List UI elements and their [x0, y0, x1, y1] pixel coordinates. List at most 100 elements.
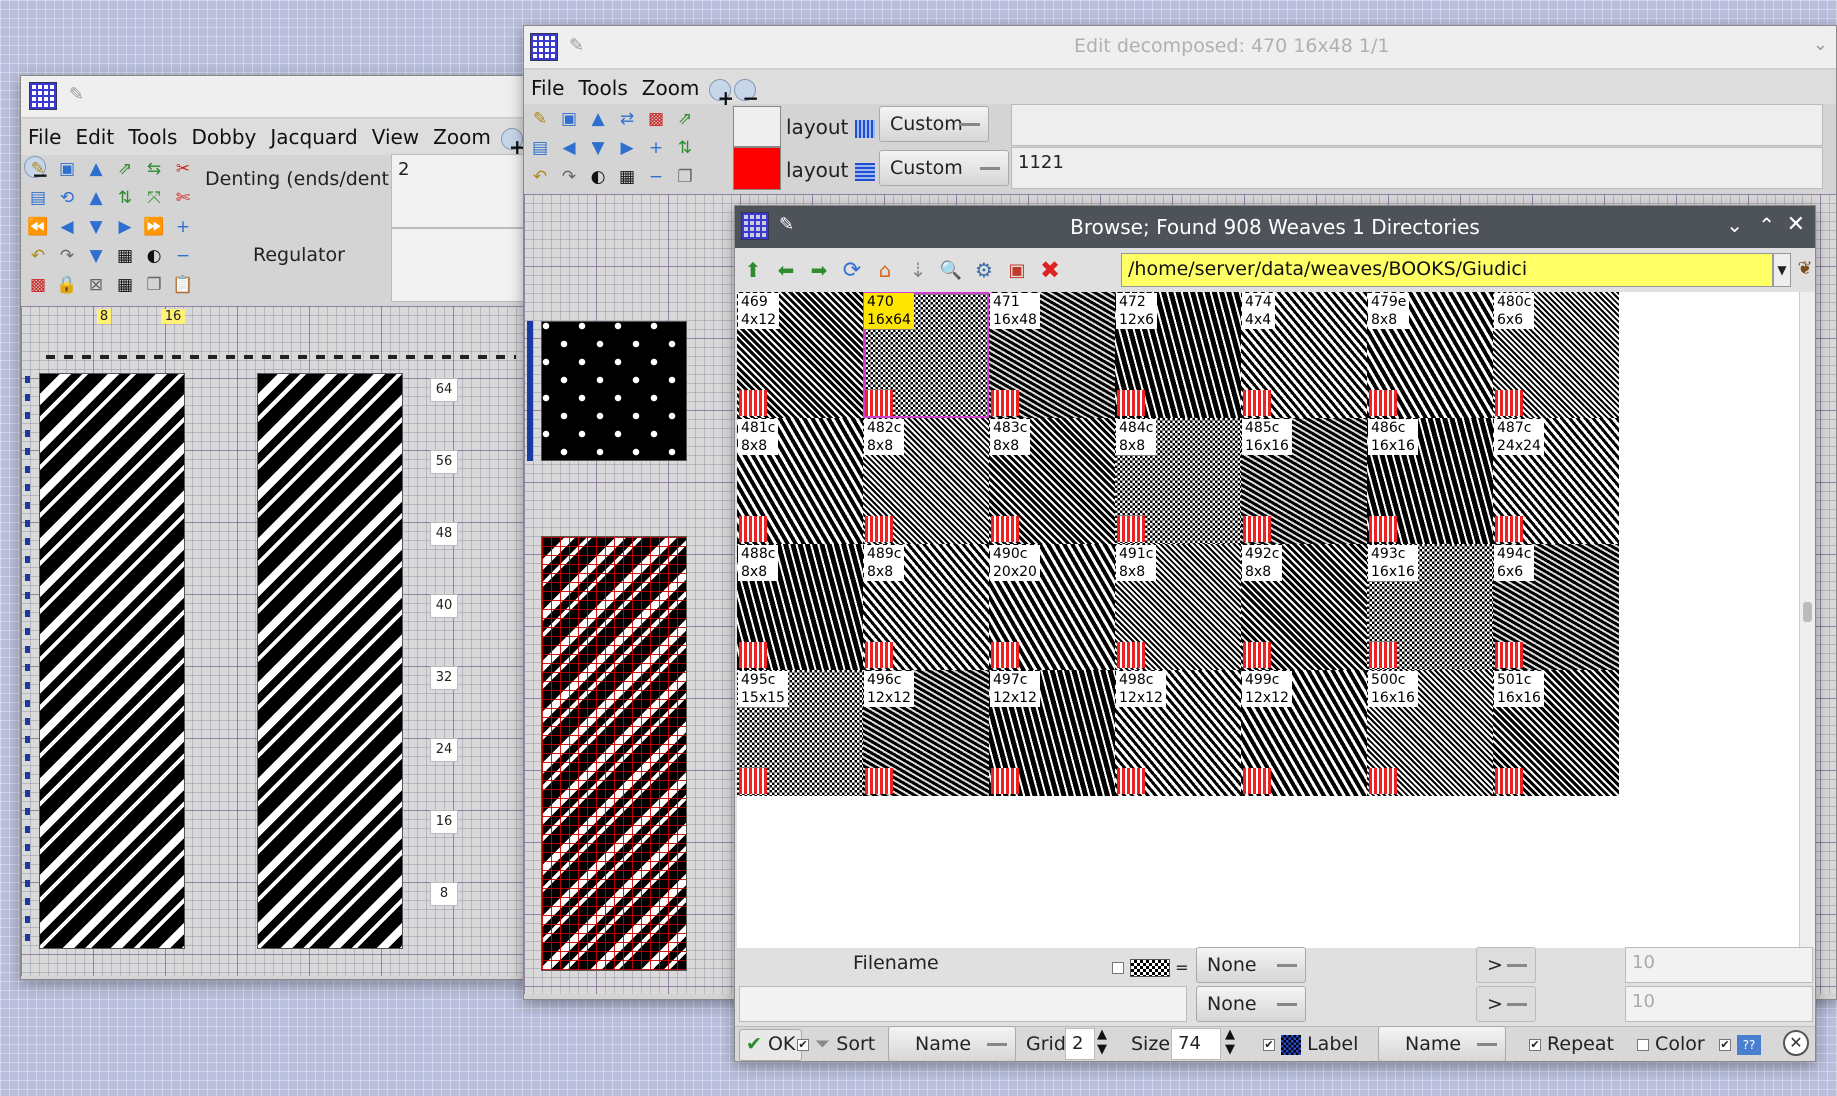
- weave-thumbnail[interactable]: 469 4x12: [737, 292, 863, 418]
- weave-thumbnail[interactable]: 470 16x64: [863, 292, 989, 418]
- pattern-icon[interactable]: ▩: [25, 272, 51, 298]
- regulator-input[interactable]: [391, 228, 529, 302]
- menu-tools[interactable]: Tools: [121, 119, 184, 155]
- down-bold-icon[interactable]: ▼: [83, 243, 109, 269]
- color-swatch-white[interactable]: [733, 106, 781, 147]
- arrow-up-icon[interactable]: ▲: [585, 106, 611, 132]
- left-icon[interactable]: ◀: [556, 135, 582, 161]
- fast-back-icon[interactable]: ⏪: [25, 214, 51, 240]
- weave-thumbnail[interactable]: 484c 8x8: [1115, 418, 1241, 544]
- image-icon[interactable]: ▣: [54, 156, 80, 182]
- drawdown-block-1[interactable]: [39, 373, 185, 949]
- swap-icon[interactable]: ⇆: [141, 156, 167, 182]
- maximize-icon[interactable]: ⌃: [1758, 213, 1775, 237]
- weave-thumbnail[interactable]: 485c 16x16: [1241, 418, 1367, 544]
- menu-zoom[interactable]: Zoom: [426, 119, 498, 155]
- undo-icon[interactable]: ↶: [25, 243, 51, 269]
- weave-thumbnail[interactable]: 498c 12x12: [1115, 670, 1241, 796]
- color-swatch-red[interactable]: [733, 147, 781, 190]
- cut-icon[interactable]: ✄: [170, 185, 196, 211]
- fast-forward-icon[interactable]: ⏩: [141, 214, 167, 240]
- find-icon[interactable]: 🔍: [937, 260, 965, 281]
- tie-up-icon[interactable]: ▤: [25, 185, 51, 211]
- right-icon[interactable]: ▶: [614, 135, 640, 161]
- pin-icon[interactable]: ✎: [69, 84, 84, 105]
- menu-file[interactable]: File: [524, 70, 571, 106]
- down-icon[interactable]: ▼: [83, 214, 109, 240]
- left-icon[interactable]: ◀: [54, 214, 80, 240]
- limit-input-1[interactable]: 10: [1625, 947, 1813, 983]
- decomposed-preview[interactable]: [541, 536, 687, 971]
- weave-thumbnail[interactable]: 494c 6x6: [1493, 544, 1619, 670]
- shuffle-icon[interactable]: ⇅: [112, 185, 138, 211]
- ok-button[interactable]: ✔ OK: [739, 1029, 803, 1061]
- tree-icon[interactable]: ❦: [1793, 251, 1815, 289]
- weave-thumbnail[interactable]: 487c 24x24: [1493, 418, 1619, 544]
- grid-spinner-arrows[interactable]: ▲ ▼: [1097, 1027, 1107, 1057]
- cancel-icon[interactable]: ✕: [1783, 1030, 1809, 1056]
- weave-thumbnail[interactable]: 488c 8x8: [737, 544, 863, 670]
- menu-zoom[interactable]: Zoom: [635, 70, 707, 106]
- weave-thumbnail[interactable]: 501c 16x16: [1493, 670, 1619, 796]
- redo-icon[interactable]: ↷: [54, 243, 80, 269]
- sort-down-icon[interactable]: ⇣: [904, 258, 932, 282]
- arrow-up-icon[interactable]: ▲: [83, 156, 109, 182]
- zoom-out-icon[interactable]: −: [734, 78, 759, 110]
- weave-thumbnail[interactable]: 489c 8x8: [863, 544, 989, 670]
- weave-thumbnail[interactable]: 490c 20x20: [989, 544, 1115, 670]
- invert-icon[interactable]: ◐: [585, 164, 611, 190]
- fill-icon[interactable]: ▦: [112, 272, 138, 298]
- weave-thumbnail[interactable]: 495c 15x15: [737, 670, 863, 796]
- edit-window-titlebar[interactable]: ✎ Edit decomposed: 470 16x48 1/1 ⌄: [524, 26, 1836, 69]
- denting-input[interactable]: 2: [391, 154, 529, 228]
- image-edit-icon[interactable]: ▣: [1003, 260, 1031, 281]
- settings-icon[interactable]: ⚙: [970, 258, 998, 282]
- vertical-scrollbar[interactable]: [1799, 292, 1815, 948]
- checker-icon[interactable]: ▦: [112, 243, 138, 269]
- minus-icon[interactable]: −: [643, 164, 669, 190]
- weave-thumbnail[interactable]: 496c 12x12: [863, 670, 989, 796]
- flip-icon[interactable]: ⇄: [614, 106, 640, 132]
- zoom-in-icon[interactable]: +: [500, 127, 526, 159]
- path-input[interactable]: /home/server/data/weaves/BOOKS/Giudici: [1121, 253, 1773, 287]
- weave-thumbnail[interactable]: 482c 8x8: [863, 418, 989, 544]
- menu-dobby[interactable]: Dobby: [184, 119, 263, 155]
- menu-view[interactable]: View: [365, 119, 426, 155]
- weave-thumbnail[interactable]: 499c 12x12: [1241, 670, 1367, 796]
- main-window-titlebar[interactable]: ✎: [21, 76, 529, 118]
- triangle-up-icon[interactable]: ▲: [83, 185, 109, 211]
- weave-thumbnail[interactable]: 472 12x6: [1115, 292, 1241, 418]
- plus-icon[interactable]: +: [643, 135, 669, 161]
- invert-icon[interactable]: ◐: [141, 243, 167, 269]
- up-arrow-icon[interactable]: ⬆: [739, 258, 767, 282]
- filter-combo-1[interactable]: None: [1196, 947, 1306, 983]
- back-arrow-icon[interactable]: ⬅: [772, 258, 800, 282]
- paste-icon[interactable]: 📋: [170, 272, 196, 298]
- forward-arrow-icon[interactable]: ➡: [805, 258, 833, 282]
- layout-combo-1[interactable]: Custom: [879, 106, 989, 142]
- undo-icon[interactable]: ↶: [527, 164, 553, 190]
- plus-icon[interactable]: +: [170, 214, 196, 240]
- sort-combo[interactable]: Name: [888, 1026, 1016, 1061]
- chevron-down-icon[interactable]: ⌄: [1813, 34, 1828, 55]
- right-icon[interactable]: ▶: [112, 214, 138, 240]
- menu-tools[interactable]: Tools: [571, 70, 634, 106]
- grid-spinner[interactable]: 2: [1065, 1028, 1095, 1060]
- close-icon[interactable]: ✕: [1787, 212, 1805, 237]
- zoom-in-icon[interactable]: +: [709, 78, 734, 110]
- menu-jacquard[interactable]: Jacquard: [263, 119, 364, 155]
- delete-icon[interactable]: ✖: [1036, 256, 1064, 284]
- help-checkbox[interactable]: ✔ ??: [1719, 1033, 1762, 1055]
- copy-icon[interactable]: ❐: [141, 272, 167, 298]
- weave-thumbnail[interactable]: 480c 6x6: [1493, 292, 1619, 418]
- drawdown-block-2[interactable]: [257, 373, 403, 949]
- menu-file[interactable]: File: [21, 119, 68, 155]
- weave-thumbnail[interactable]: 492c 8x8: [1241, 544, 1367, 670]
- down-icon[interactable]: ▼: [585, 135, 611, 161]
- weave-thumbnail[interactable]: 486c 16x16: [1367, 418, 1493, 544]
- label-checkbox[interactable]: ✔ Label: [1263, 1033, 1358, 1055]
- weave-thumbnail[interactable]: 483c 8x8: [989, 418, 1115, 544]
- compare-combo-2[interactable]: >: [1476, 986, 1536, 1022]
- lock-icon[interactable]: 🔒: [54, 272, 80, 298]
- weave-thumbnail[interactable]: 471 16x48: [989, 292, 1115, 418]
